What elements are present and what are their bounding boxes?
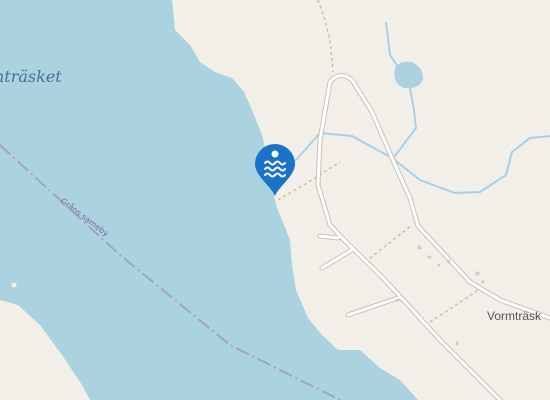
map-canvas[interactable]: Gråns sameby nträsket Vormträsk xyxy=(0,0,550,400)
islet xyxy=(11,282,17,288)
lake-label: nträsket xyxy=(0,67,62,86)
map-view[interactable]: Gråns sameby nträsket Vormträsk xyxy=(0,0,550,400)
place-label: Vormträsk xyxy=(487,309,542,323)
